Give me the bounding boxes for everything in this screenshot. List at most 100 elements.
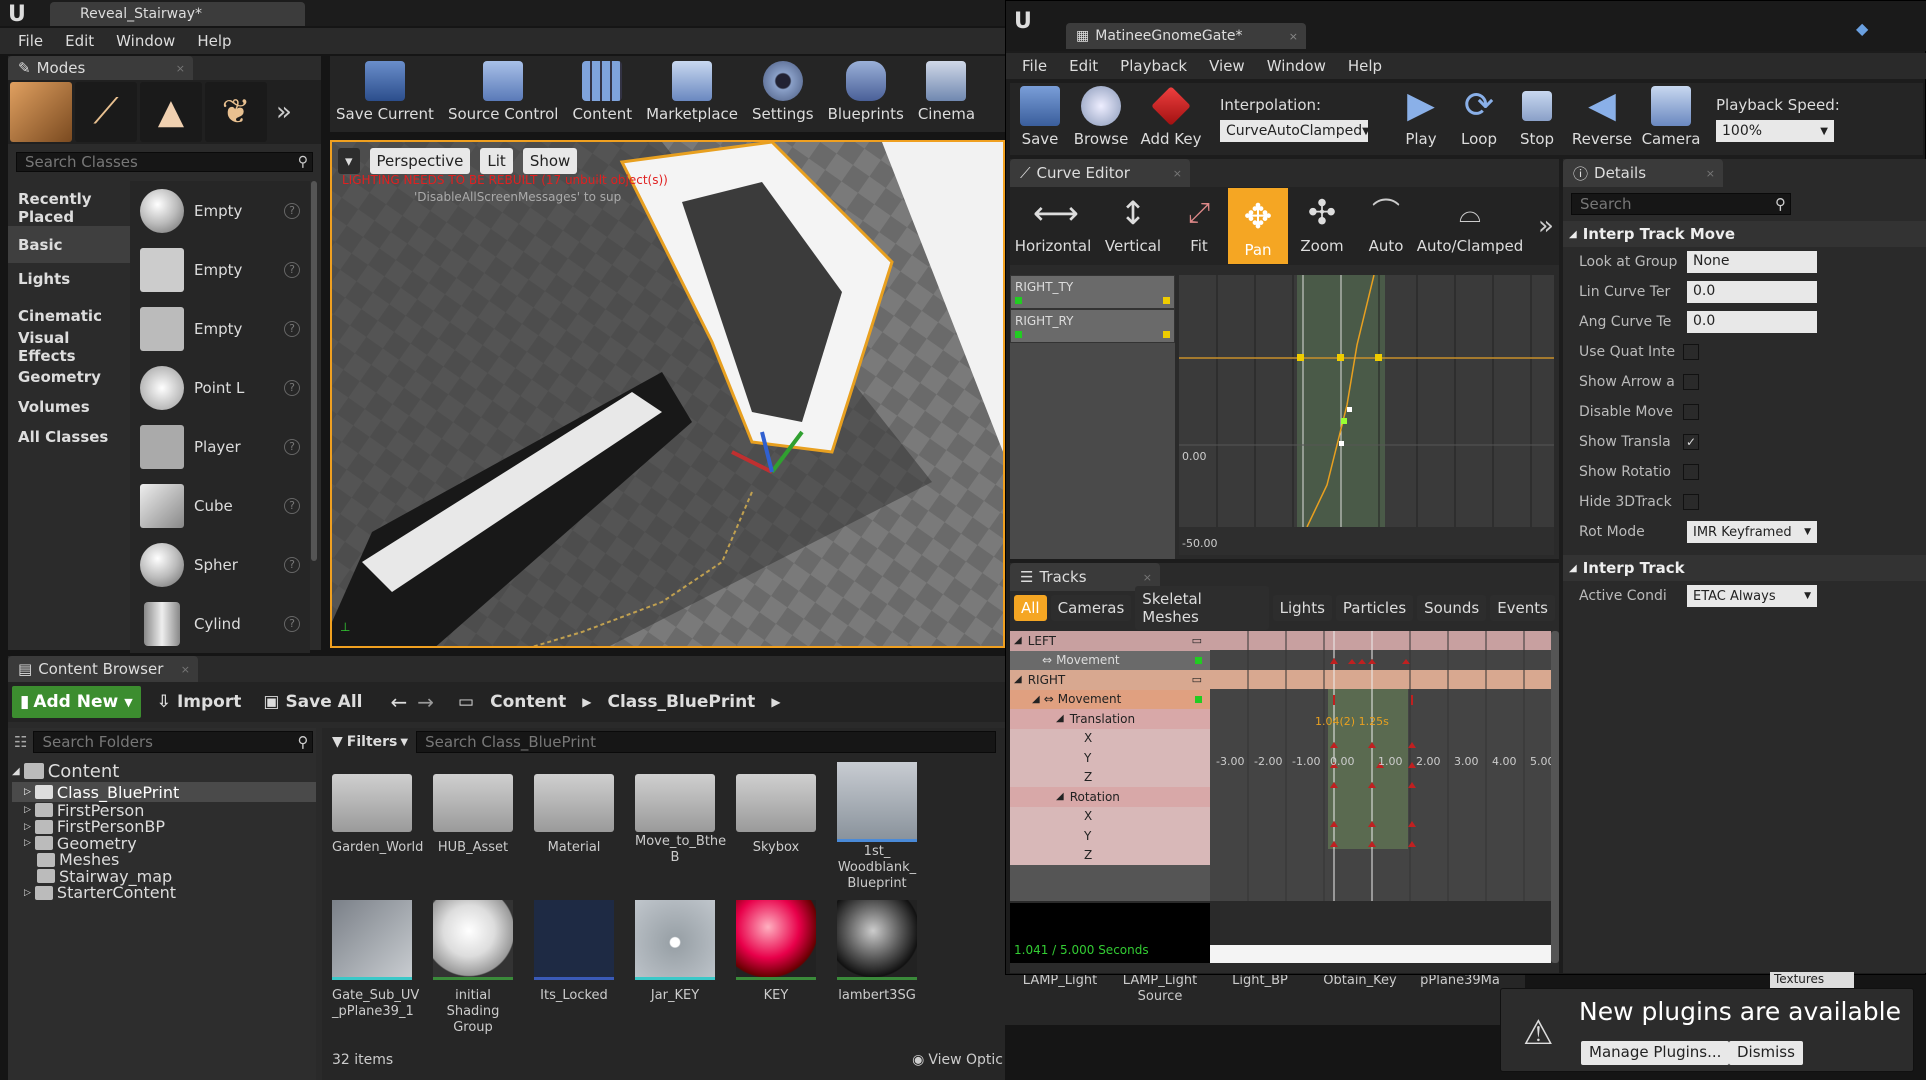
use-quat-checkbox[interactable] xyxy=(1683,344,1699,360)
auto-clamped-button[interactable]: ⌓ Auto/Clamped xyxy=(1417,193,1524,260)
section-interp-track-move[interactable]: ◢ Interp Track Move xyxy=(1563,221,1926,247)
lin-curve-tension-field[interactable]: 0.0 xyxy=(1687,281,1817,303)
tree-item-firstperson[interactable]: ▷ FirstPerson xyxy=(12,801,316,820)
forward-button[interactable]: → xyxy=(417,690,434,714)
more-modes-icon[interactable]: » xyxy=(270,97,298,127)
asset-obtain-key[interactable]: Obtain_Key xyxy=(1315,973,1405,989)
help-icon[interactable]: ? xyxy=(284,379,300,396)
close-icon[interactable]: × xyxy=(1143,571,1152,584)
show-translation-checkbox[interactable]: ✓ xyxy=(1683,434,1699,450)
matinee-menu-file[interactable]: File xyxy=(1022,57,1047,75)
add-new-button[interactable]: ▮ Add New ▼ xyxy=(12,686,141,718)
help-icon[interactable]: ? xyxy=(284,438,300,455)
breadcrumb-content[interactable]: Content xyxy=(490,692,566,712)
play-button[interactable]: ▶ Play xyxy=(1396,85,1446,153)
help-icon[interactable]: ? xyxy=(284,320,300,337)
matinee-menu-view[interactable]: View xyxy=(1209,57,1245,75)
horizontal-fit-button[interactable]: ⟷ Horizontal xyxy=(1012,193,1094,260)
content-button[interactable]: Content xyxy=(572,60,632,128)
help-icon[interactable]: ? xyxy=(284,556,300,573)
save-all-button[interactable]: ▣ Save All xyxy=(257,692,368,712)
track-group-left[interactable]: ◢ LEFT ▭ xyxy=(1010,631,1210,651)
menu-edit[interactable]: Edit xyxy=(65,32,94,50)
curve-track-right-ry[interactable]: RIGHT_RY xyxy=(1010,309,1175,343)
tree-item-stairway-map[interactable]: Stairway_map xyxy=(12,867,316,886)
matinee-menu-edit[interactable]: Edit xyxy=(1069,57,1098,75)
asset-pplane39ma[interactable]: pPlane39Ma xyxy=(1415,973,1505,989)
perspective-button[interactable]: Perspective xyxy=(369,148,471,174)
section-interp-track[interactable]: ◢ Interp Track xyxy=(1563,555,1926,581)
curve-editor-tab[interactable]: ⟋ Curve Editor × xyxy=(1010,159,1190,187)
filter-sounds[interactable]: Sounds xyxy=(1417,595,1487,621)
placeable-cube[interactable]: Cube? xyxy=(130,476,310,535)
auto-tangent-button[interactable]: ⌒ Auto xyxy=(1356,193,1416,260)
ang-curve-tension-field[interactable]: 0.0 xyxy=(1687,311,1817,333)
level-viewport[interactable]: ▾ Perspective Lit Show LIGHTING NEEDS TO… xyxy=(330,140,1005,648)
help-icon[interactable]: ? xyxy=(284,615,300,632)
menu-window[interactable]: Window xyxy=(116,32,175,50)
close-icon[interactable]: × xyxy=(1289,30,1298,43)
filter-events[interactable]: Events xyxy=(1490,595,1555,621)
tracks-scrollbar[interactable] xyxy=(1551,631,1559,963)
camera-button[interactable]: Camera xyxy=(1642,85,1700,153)
placeable-sphere[interactable]: Spher? xyxy=(130,535,310,594)
search-folders-input[interactable]: Search Folders ⚲ xyxy=(33,731,314,753)
track-rotation[interactable]: ◢ Rotation xyxy=(1010,787,1210,807)
hide-3d-track-checkbox[interactable] xyxy=(1683,494,1699,510)
cinematics-button[interactable]: Cinema xyxy=(918,60,975,128)
asset-folder-garden-world[interactable]: Garden_World xyxy=(332,762,423,856)
show-rotation-checkbox[interactable] xyxy=(1683,464,1699,480)
details-search-input[interactable]: Search ⚲ xyxy=(1571,193,1791,215)
viewport-options-button[interactable]: ▾ xyxy=(338,148,360,174)
track-rotation-z[interactable]: Z xyxy=(1010,845,1210,865)
placeable-empty-character[interactable]: Empty? xyxy=(130,240,310,299)
tree-item-firstpersonbp[interactable]: ▷ FirstPersonBP xyxy=(12,817,316,836)
search-classes-input[interactable]: Search Classes ⚲ xyxy=(16,152,313,172)
asset-woodblank-blueprint[interactable]: 1st_ Woodblank_ Blueprint xyxy=(837,762,917,892)
category-lights[interactable]: Lights xyxy=(8,257,130,300)
landscape-mode-icon[interactable]: ▲ xyxy=(140,82,202,142)
filter-all[interactable]: All xyxy=(1014,595,1047,621)
filter-lights[interactable]: Lights xyxy=(1272,595,1332,621)
help-icon[interactable]: ? xyxy=(284,497,300,514)
asset-folder-move-to-bthe-b[interactable]: Move_to_Bthe B xyxy=(635,762,726,866)
track-translation-x[interactable]: X xyxy=(1010,728,1210,748)
filter-particles[interactable]: Particles xyxy=(1335,595,1414,621)
category-recently-placed[interactable]: Recently Placed xyxy=(8,189,130,226)
search-assets-input[interactable]: Search Class_BluePrint xyxy=(416,731,997,753)
help-icon[interactable]: ? xyxy=(284,202,300,219)
placeable-cylinder[interactable]: Cylind? xyxy=(130,594,310,653)
back-button[interactable]: ← xyxy=(391,690,408,714)
asset-lambert3sg[interactable]: lambert3SG xyxy=(837,900,917,1004)
close-icon[interactable]: × xyxy=(1173,167,1182,180)
tree-item-startercontent[interactable]: ▷ StarterContent xyxy=(12,883,316,902)
manage-plugins-button[interactable]: Manage Plugins... xyxy=(1581,1041,1730,1065)
placeable-empty-pawn[interactable]: Empty? xyxy=(130,299,310,358)
window-pin-icon[interactable]: ◆ xyxy=(1856,19,1868,38)
main-tab[interactable]: Reveal_Stairway* xyxy=(50,2,305,26)
playback-speed-dropdown[interactable]: 100% ▼ xyxy=(1716,120,1834,142)
category-volumes[interactable]: Volumes xyxy=(8,392,130,422)
close-icon[interactable]: × xyxy=(176,62,185,75)
tree-item-meshes[interactable]: Meshes xyxy=(12,850,316,869)
tree-item-content[interactable]: ◢ Content xyxy=(12,760,316,782)
placeable-point-light[interactable]: Point L? xyxy=(130,358,310,417)
asset-jar-key[interactable]: Jar_KEY xyxy=(635,900,715,1004)
tree-toggle-icon[interactable]: ☷ xyxy=(14,733,27,751)
close-icon[interactable]: × xyxy=(1706,167,1715,180)
pan-button[interactable]: ✥ Pan xyxy=(1228,188,1288,264)
foliage-mode-icon[interactable]: ❦ xyxy=(205,82,267,142)
paint-mode-icon[interactable]: ⟋ xyxy=(75,82,137,142)
category-cinematic[interactable]: Cinematic xyxy=(8,300,130,332)
textures-dropdown[interactable]: Textures xyxy=(1770,972,1854,988)
lit-button[interactable]: Lit xyxy=(480,148,513,174)
matinee-menu-window[interactable]: Window xyxy=(1267,57,1326,75)
loop-button[interactable]: ⟳ Loop xyxy=(1454,85,1504,153)
modes-tab[interactable]: ✎ Modes × xyxy=(8,56,193,80)
active-condition-dropdown[interactable]: ETAC Always ▼ xyxy=(1687,585,1817,607)
track-translation[interactable]: ◢ Translation xyxy=(1010,709,1210,729)
disable-movement-checkbox[interactable] xyxy=(1683,404,1699,420)
matinee-tab[interactable]: ▦ MatineeGnomeGate* × xyxy=(1066,23,1306,49)
reverse-button[interactable]: ◀ Reverse xyxy=(1570,85,1634,153)
asset-folder-hub-asset[interactable]: HUB_Asset xyxy=(433,762,513,856)
